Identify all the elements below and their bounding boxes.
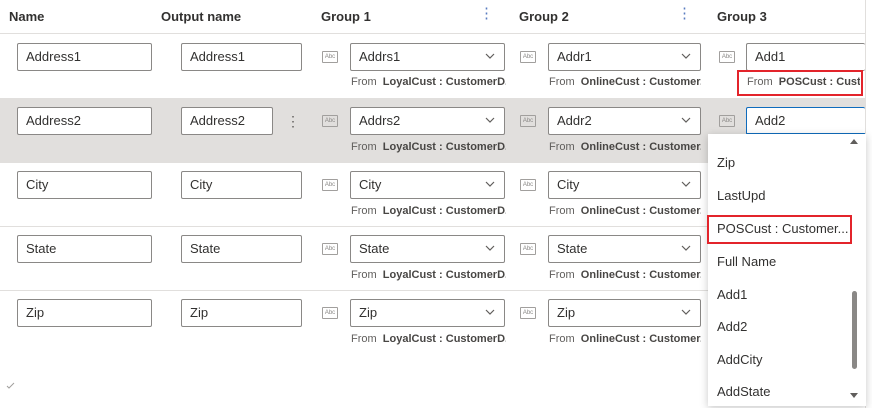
group2-select-value: Addr2 (557, 113, 592, 128)
group1-select-value: Addrs2 (359, 113, 401, 128)
text-type-icon: Abc (520, 115, 536, 127)
text-type-icon: Abc (719, 115, 735, 127)
chevron-down-icon (681, 181, 691, 187)
check-icon (6, 382, 15, 389)
group3-select[interactable]: Add1 (746, 43, 865, 71)
output-name-field[interactable]: City (181, 171, 302, 199)
text-type-icon: Abc (322, 243, 338, 255)
group1-source: From LoyalCust : CustomerD... (351, 205, 506, 217)
text-type-icon: Abc (520, 243, 536, 255)
name-field[interactable]: Address1 (17, 43, 152, 71)
group2-select-value: State (557, 241, 588, 256)
chevron-down-icon (681, 245, 691, 251)
name-field[interactable]: City (17, 171, 152, 199)
group1-select-value: Zip (359, 305, 378, 320)
header-divider (0, 33, 865, 34)
group1-select-value: State (359, 241, 390, 256)
chevron-down-icon (681, 53, 691, 59)
menu-option[interactable]: Zip (717, 155, 735, 170)
group2-select[interactable]: City (548, 171, 701, 199)
group3-select-value: Add1 (755, 49, 786, 64)
text-type-icon: Abc (520, 307, 536, 319)
chevron-down-icon (485, 117, 495, 123)
group2-source: From OnlineCust : Customer... (549, 141, 701, 153)
group1-select[interactable]: City (350, 171, 505, 199)
menu-option[interactable]: Add2 (717, 319, 747, 334)
group2-select-value: City (557, 177, 580, 192)
scroll-up-icon[interactable] (850, 139, 858, 144)
chevron-down-icon (485, 53, 495, 59)
output-name-field[interactable]: Address2 (181, 107, 273, 135)
group1-select[interactable]: Addrs1 (350, 43, 505, 71)
chevron-down-icon (485, 245, 495, 251)
menu-option[interactable]: AddCity (717, 352, 763, 367)
text-type-icon: Abc (322, 51, 338, 63)
group1-more-icon[interactable]: ⋮ (479, 6, 494, 21)
group3-select-open[interactable]: Add2 (746, 107, 865, 135)
name-field[interactable]: Address2 (17, 107, 152, 135)
group2-source: From OnlineCust : Customer... (549, 76, 701, 88)
group2-source: From OnlineCust : Customer... (549, 205, 701, 217)
menu-scrollbar-thumb[interactable] (852, 291, 857, 369)
group1-select[interactable]: State (350, 235, 505, 263)
group3-dropdown-menu: Zip LastUpd POSCust : Customer... Full N… (708, 134, 866, 406)
header-group2: Group 2 (519, 9, 569, 24)
group1-source: From LoyalCust : CustomerD... (351, 76, 506, 88)
scroll-down-icon[interactable] (850, 393, 858, 398)
text-type-icon: Abc (719, 51, 735, 63)
group2-select-value: Addr1 (557, 49, 592, 64)
output-name-field[interactable]: State (181, 235, 302, 263)
group2-select[interactable]: State (548, 235, 701, 263)
group2-select[interactable]: Zip (548, 299, 701, 327)
group1-select[interactable]: Zip (350, 299, 505, 327)
group1-select-value: Addrs1 (359, 49, 401, 64)
header-output-name: Output name (161, 9, 242, 24)
chevron-down-icon (485, 309, 495, 315)
name-field[interactable]: State (17, 235, 152, 263)
group3-source: From POSCust : Custo (747, 76, 860, 88)
group2-more-icon[interactable]: ⋮ (677, 6, 692, 21)
header-name: Name (9, 9, 45, 24)
chevron-down-icon (681, 309, 691, 315)
header-group3: Group 3 (717, 9, 767, 24)
row-divider (0, 98, 865, 99)
group1-select[interactable]: Addrs2 (350, 107, 505, 135)
text-type-icon: Abc (322, 179, 338, 191)
menu-option[interactable]: AddState (717, 384, 771, 399)
highlight-box (707, 215, 852, 244)
group2-select[interactable]: Addr2 (548, 107, 701, 135)
menu-option[interactable]: Add1 (717, 287, 747, 302)
group2-select-value: Zip (557, 305, 576, 320)
name-field[interactable]: Zip (17, 299, 152, 327)
chevron-down-icon (681, 117, 691, 123)
group1-source: From LoyalCust : CustomerD... (351, 141, 506, 153)
group1-source: From LoyalCust : CustomerD... (351, 333, 506, 345)
output-name-field[interactable]: Zip (181, 299, 302, 327)
text-type-icon: Abc (322, 115, 338, 127)
menu-option[interactable]: Full Name (717, 254, 776, 269)
text-type-icon: Abc (322, 307, 338, 319)
menu-option[interactable]: LastUpd (717, 188, 765, 203)
chevron-down-icon (485, 181, 495, 187)
header-group1: Group 1 (321, 9, 371, 24)
group2-source: From OnlineCust : Customer... (549, 269, 701, 281)
text-type-icon: Abc (520, 179, 536, 191)
group2-select[interactable]: Addr1 (548, 43, 701, 71)
group1-select-value: City (359, 177, 382, 192)
text-type-icon: Abc (520, 51, 536, 63)
group2-source: From OnlineCust : Customer... (549, 333, 701, 345)
output-name-field[interactable]: Address1 (181, 43, 302, 71)
row-more-icon[interactable]: ⋮ (286, 114, 300, 128)
group1-source: From LoyalCust : CustomerD... (351, 269, 506, 281)
group3-select-value: Add2 (755, 113, 786, 128)
